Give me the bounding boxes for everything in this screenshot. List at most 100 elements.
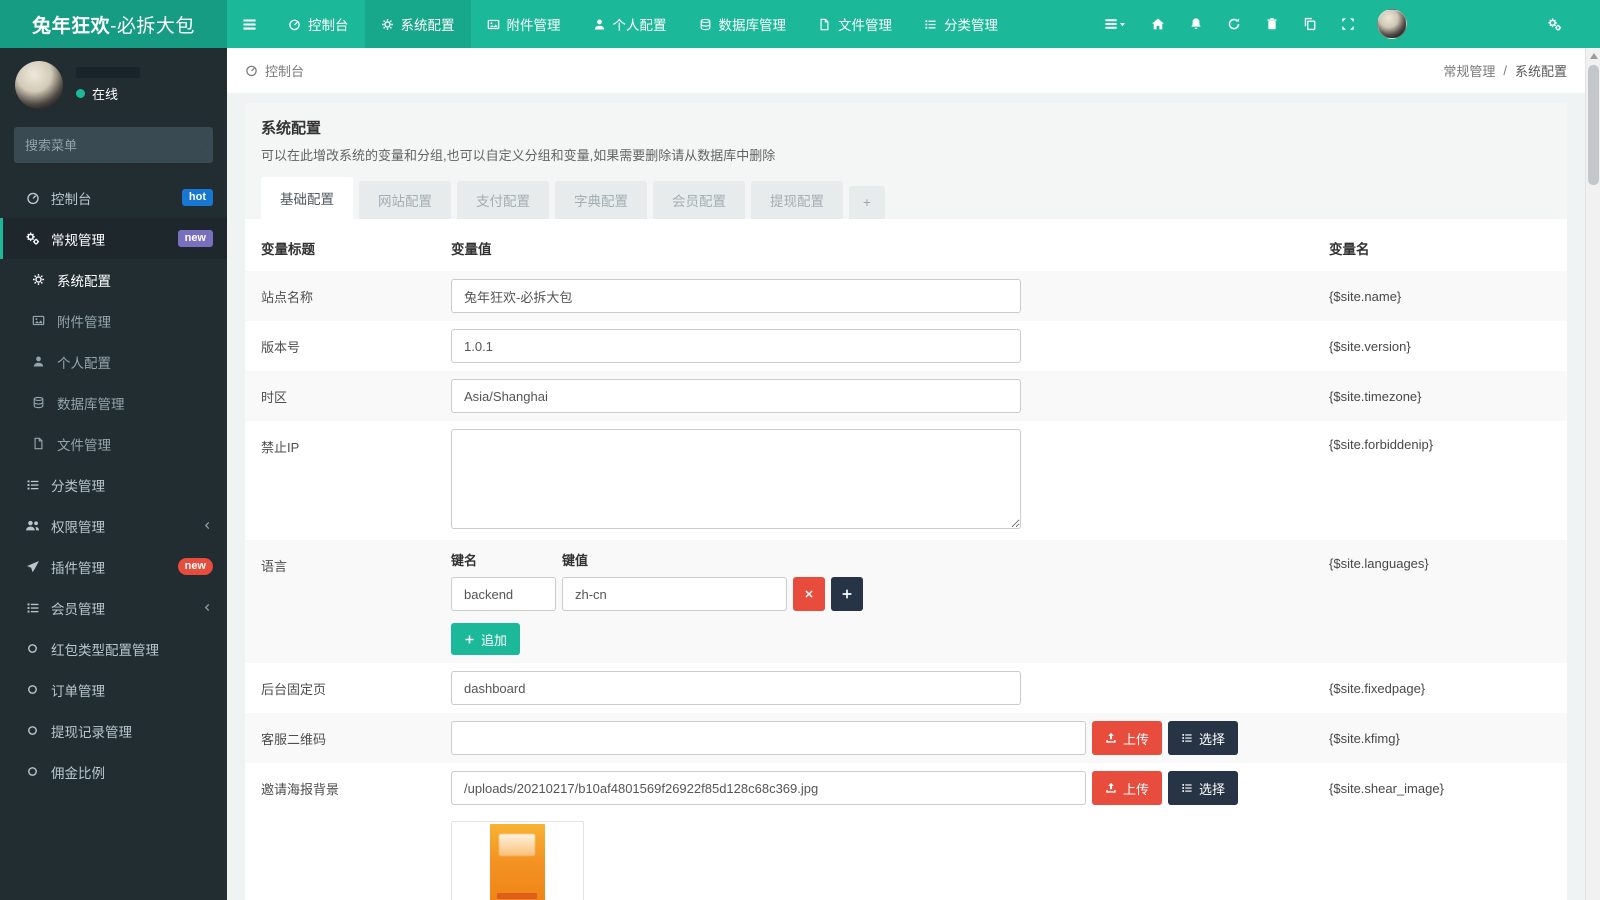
site-name-input[interactable] (451, 279, 1021, 313)
clear-button[interactable] (1253, 0, 1291, 48)
fullscreen-button[interactable] (1329, 0, 1367, 48)
hamburger-icon (242, 17, 257, 32)
gauge-icon (24, 191, 41, 205)
sidebar-item-general[interactable]: 常规管理 new (0, 218, 227, 259)
sidebar-item-database[interactable]: 数据库管理 (0, 382, 227, 423)
language-key-input[interactable] (451, 577, 556, 611)
append-button[interactable]: 追加 (451, 623, 520, 655)
add-row-button[interactable] (831, 577, 863, 611)
app-window: 兔年狂欢-必拆大包 控制台 系统配置 附件管理 个人配置 数据库管理 文件管理 … (0, 0, 1600, 900)
online-status: 在线 (76, 84, 140, 103)
tab-website-config[interactable]: 网站配置 (359, 181, 451, 219)
timezone-input[interactable] (451, 379, 1021, 413)
nav-item-label: 数据库管理 (719, 14, 787, 34)
settings-button[interactable] (1535, 0, 1574, 48)
sidebar-item-profile[interactable]: 个人配置 (0, 341, 227, 382)
content-area: 控制台 常规管理 / 系统配置 系统配置 可以在此增改系统的变量和分组,也可以自… (227, 48, 1585, 900)
field-label: 禁止IP (261, 429, 451, 456)
cogs-icon (24, 231, 41, 246)
nav-item-system-config[interactable]: 系统配置 (365, 0, 471, 48)
nav-item-label: 附件管理 (507, 14, 561, 34)
tab-add-button[interactable]: + (849, 186, 885, 219)
field-label: 站点名称 (261, 287, 451, 306)
users-icon (24, 518, 41, 533)
app-logo[interactable]: 兔年狂欢-必拆大包 (0, 0, 227, 48)
version-input[interactable] (451, 329, 1021, 363)
sidebar-item-members[interactable]: 会员管理 (0, 587, 227, 628)
notifications-button[interactable] (1177, 0, 1215, 48)
sidebar-item-attachments[interactable]: 附件管理 (0, 300, 227, 341)
sidebar-item-commission-rate[interactable]: 佣金比例 (0, 751, 227, 792)
gauge-icon (288, 18, 301, 31)
home-button[interactable] (1139, 0, 1177, 48)
sidebar-item-label: 佣金比例 (51, 762, 105, 782)
breadcrumb[interactable]: 控制台 (245, 61, 304, 80)
sidebar-item-orders[interactable]: 订单管理 (0, 669, 227, 710)
poster-preview-box[interactable] (451, 821, 584, 900)
scrollbar-thumb[interactable] (1588, 65, 1599, 185)
tab-basic-config[interactable]: 基础配置 (261, 177, 353, 219)
nav-item-categories[interactable]: 分类管理 (908, 0, 1014, 48)
app-logo-rest: -必拆大包 (110, 11, 195, 38)
tab-member-config[interactable]: 会员配置 (653, 181, 745, 219)
upload-button[interactable]: 上传 (1092, 721, 1162, 755)
nav-item-dashboard[interactable]: 控制台 (272, 0, 365, 48)
breadcrumb-section[interactable]: 常规管理 (1443, 61, 1495, 80)
variable-name: {$site.shear_image} (1329, 781, 1559, 796)
nav-item-database[interactable]: 数据库管理 (683, 0, 803, 48)
sidebar-item-dashboard[interactable]: 控制台 hot (0, 177, 227, 218)
search-icon[interactable] (201, 139, 202, 152)
database-icon (30, 396, 47, 409)
sidebar-item-plugins[interactable]: 插件管理 new (0, 546, 227, 587)
window-scrollbar[interactable] (1585, 48, 1600, 900)
config-row-fixed-page: 后台固定页 {$site.fixedpage} (245, 663, 1567, 713)
avatar[interactable] (1377, 9, 1407, 39)
menu-search-input[interactable] (25, 138, 201, 153)
tab-withdraw-config[interactable]: 提现配置 (751, 181, 843, 219)
scrollbar-up-arrow-icon[interactable] (1590, 53, 1598, 59)
sidebar-item-categories[interactable]: 分类管理 (0, 464, 227, 505)
nav-item-files[interactable]: 文件管理 (802, 0, 908, 48)
kf-qrcode-input[interactable] (451, 721, 1086, 755)
copy-button[interactable] (1291, 0, 1329, 48)
invite-poster-thumbnail[interactable] (490, 824, 545, 900)
sidebar-toggle-button[interactable] (227, 0, 272, 48)
append-button-label: 追加 (481, 630, 507, 649)
language-value-input[interactable] (562, 577, 787, 611)
sidebar-item-files[interactable]: 文件管理 (0, 423, 227, 464)
user-info: 在线 (76, 61, 140, 109)
sidebar-item-withdraw-records[interactable]: 提现记录管理 (0, 710, 227, 751)
user-icon (593, 18, 606, 31)
forbidden-ip-textarea[interactable] (451, 429, 1021, 529)
sidebar-item-label: 系统配置 (57, 270, 111, 290)
nav-item-attachments[interactable]: 附件管理 (471, 0, 577, 48)
sidebar-menu: 控制台 hot 常规管理 new 系统配置 附件管理 (0, 177, 227, 792)
sidebar-item-label: 插件管理 (51, 557, 105, 577)
choose-button[interactable]: 选择 (1168, 771, 1238, 805)
upload-button[interactable]: 上传 (1092, 771, 1162, 805)
sidebar-item-system-config[interactable]: 系统配置 (0, 259, 227, 300)
kv-row (451, 577, 1329, 611)
refresh-button[interactable] (1215, 0, 1253, 48)
col-header-name: 变量名 (1329, 238, 1559, 258)
tabs-menu-dropdown[interactable] (1092, 0, 1139, 48)
avatar[interactable] (15, 61, 63, 109)
nav-item-profile[interactable]: 个人配置 (577, 0, 683, 48)
sidebar-item-label: 分类管理 (51, 475, 105, 495)
navbar-right-spacer (1417, 0, 1535, 48)
list-menu-icon (1104, 17, 1118, 31)
sidebar-item-redpacket-type[interactable]: 红包类型配置管理 (0, 628, 227, 669)
fixed-page-input[interactable] (451, 671, 1021, 705)
variable-name: {$site.name} (1329, 289, 1559, 304)
sidebar-item-permissions[interactable]: 权限管理 (0, 505, 227, 546)
user-icon (30, 355, 47, 368)
remove-row-button[interactable] (793, 577, 825, 611)
tab-payment-config[interactable]: 支付配置 (457, 181, 549, 219)
nav-item-label: 分类管理 (944, 14, 998, 34)
username-redacted (76, 67, 140, 78)
invite-poster-input[interactable] (451, 771, 1086, 805)
tab-dictionary-config[interactable]: 字典配置 (555, 181, 647, 219)
variable-name: {$site.fixedpage} (1329, 681, 1559, 696)
breadcrumb-dashboard[interactable]: 控制台 (265, 61, 304, 80)
choose-button[interactable]: 选择 (1168, 721, 1238, 755)
